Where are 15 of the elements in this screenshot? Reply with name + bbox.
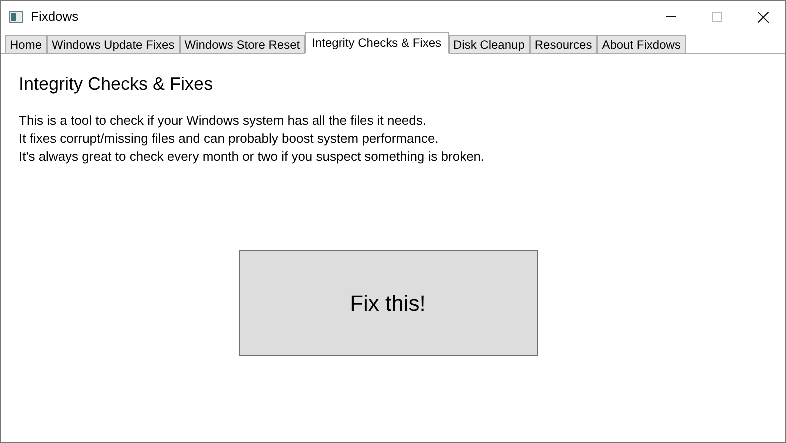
page-heading: Integrity Checks & Fixes [19,73,214,96]
tab[interactable]: Windows Update Fixes [47,35,180,54]
tab[interactable]: Resources [530,35,598,54]
app-icon [9,11,23,23]
window-title: Fixdows [31,8,79,26]
description-line: This is a tool to check if your Windows system has all the files it needs. [19,112,428,130]
tab[interactable]: Disk Cleanup [448,35,530,54]
tab[interactable]: Home [5,35,48,54]
description-line: It's always great to check every month or two if you suspect something is broken. [19,148,486,166]
tab[interactable]: Windows Store Reset [180,35,306,54]
fix-button[interactable]: Fix this! [238,250,538,356]
tab[interactable]: About Fixdows [597,35,686,54]
description-line: It fixes corrupt/missing files and can probably boost system performance. [19,130,440,148]
close-icon[interactable] [758,12,769,22]
tab[interactable]: Integrity Checks & Fixes [305,32,448,54]
